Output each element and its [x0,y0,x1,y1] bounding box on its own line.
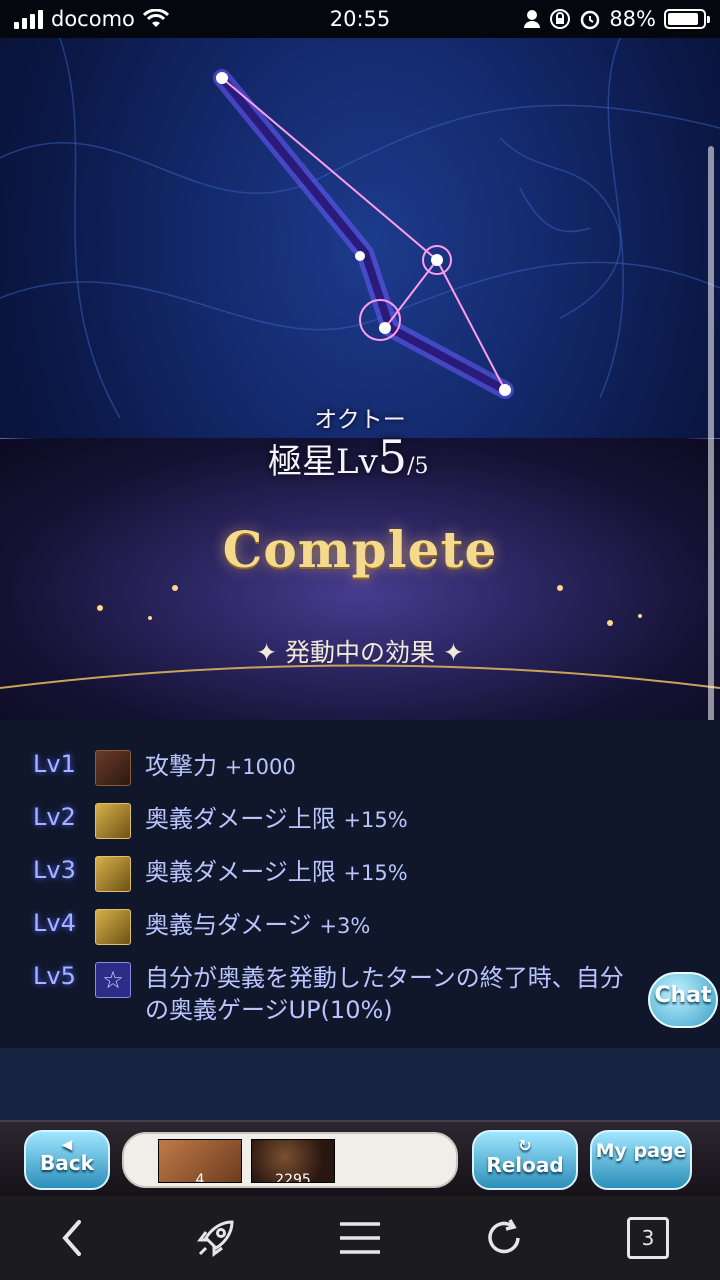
mypage-button[interactable]: My page [590,1130,692,1190]
effect-level: Lv1 [33,750,76,778]
star-icon: ☆ [95,962,131,998]
effects-list: Lv1 攻撃力 +1000 Lv2 奥義ダメージ上限 +15% Lv3 奥義ダメ… [0,720,720,1048]
rocket-icon [197,1220,234,1257]
wifi-icon [142,9,169,27]
effect-text: 奥義ダメージ上限 [145,805,336,833]
effect-text: 奥義与ダメージ [145,911,312,939]
game-nav-bar: ◀ Back 4 2295 ↻ Reload My page [0,1120,720,1196]
item-shortcut-crystal[interactable]: 2295 [251,1139,335,1183]
item-count: 2295 [275,1172,311,1183]
effect-level: Lv5 [33,962,76,990]
attack-up-icon [95,750,131,786]
back-nav-button[interactable] [36,1208,108,1268]
item-count: 4 [195,1172,205,1183]
battery-percent: 88% [609,7,656,31]
effect-row: Lv4 奥義与ダメージ +3% [0,909,720,945]
rocket-button[interactable] [180,1208,252,1268]
ougi-damage-cap-icon [95,803,131,839]
effect-value: +1000 [224,755,296,779]
ougi-damage-icon [95,909,131,945]
constellation-panel [0,38,720,720]
effect-level: Lv4 [33,909,76,937]
tabs-button[interactable]: 3 [612,1208,684,1268]
alarm-icon [581,10,600,30]
back-button[interactable]: ◀ Back [24,1130,110,1190]
browser-toolbar: 3 [0,1196,720,1280]
reload-button[interactable]: ↻ Reload [472,1130,578,1190]
rank-label: 極星Lv5/5 [268,430,429,484]
status-bar: docomo 20:55 88% [0,0,720,38]
menu-button[interactable] [324,1208,396,1268]
chat-button[interactable]: Chat [648,972,718,1028]
signal-icon [14,9,43,29]
sparkle-icons [97,585,642,626]
tabs-count: 3 [627,1217,669,1259]
page-spacer [0,1048,720,1120]
effects-title: ✦ 発動中の効果 ✦ [256,638,464,667]
effect-text: 攻撃力 [145,752,217,780]
constellation-figure [213,69,514,399]
chevron-left-icon [62,1220,81,1256]
effect-row: Lv3 奥義ダメージ上限 +15% [0,856,720,892]
constellation-name: オクトー [314,407,406,433]
effect-text: 奥義ダメージ上限 [145,858,336,886]
effect-value: +3% [319,914,371,938]
battery-icon [664,9,710,29]
person-icon [524,10,541,28]
reload-icon: ↻ [518,1136,532,1155]
menu-icon [340,1222,380,1254]
effect-text: 自分が奥義を発動したターンの終了時、自分の奥義ゲージUP(10%) [145,964,624,1024]
effect-level: Lv3 [33,856,76,884]
back-arrow-icon: ◀ [61,1137,73,1153]
item-shortcut-hourglass[interactable]: 4 [158,1139,242,1183]
effect-level: Lv2 [33,803,76,831]
effect-row: Lv2 奥義ダメージ上限 +15% [0,803,720,839]
carrier-label: docomo [51,7,135,31]
item-shortcut-bar: 4 2295 [122,1132,458,1188]
effect-row: Lv1 攻撃力 +1000 [0,750,720,786]
effect-value: +15% [343,808,408,832]
ougi-damage-cap-icon [95,856,131,892]
refresh-button[interactable] [468,1208,540,1268]
effect-row: Lv5 ☆ 自分が奥義を発動したターンの終了時、自分の奥義ゲージUP(10%) [0,962,720,1026]
refresh-icon [488,1219,520,1254]
effect-value: +15% [343,861,408,885]
complete-banner: Complete [222,520,498,579]
lock-rotation-icon [550,9,571,29]
